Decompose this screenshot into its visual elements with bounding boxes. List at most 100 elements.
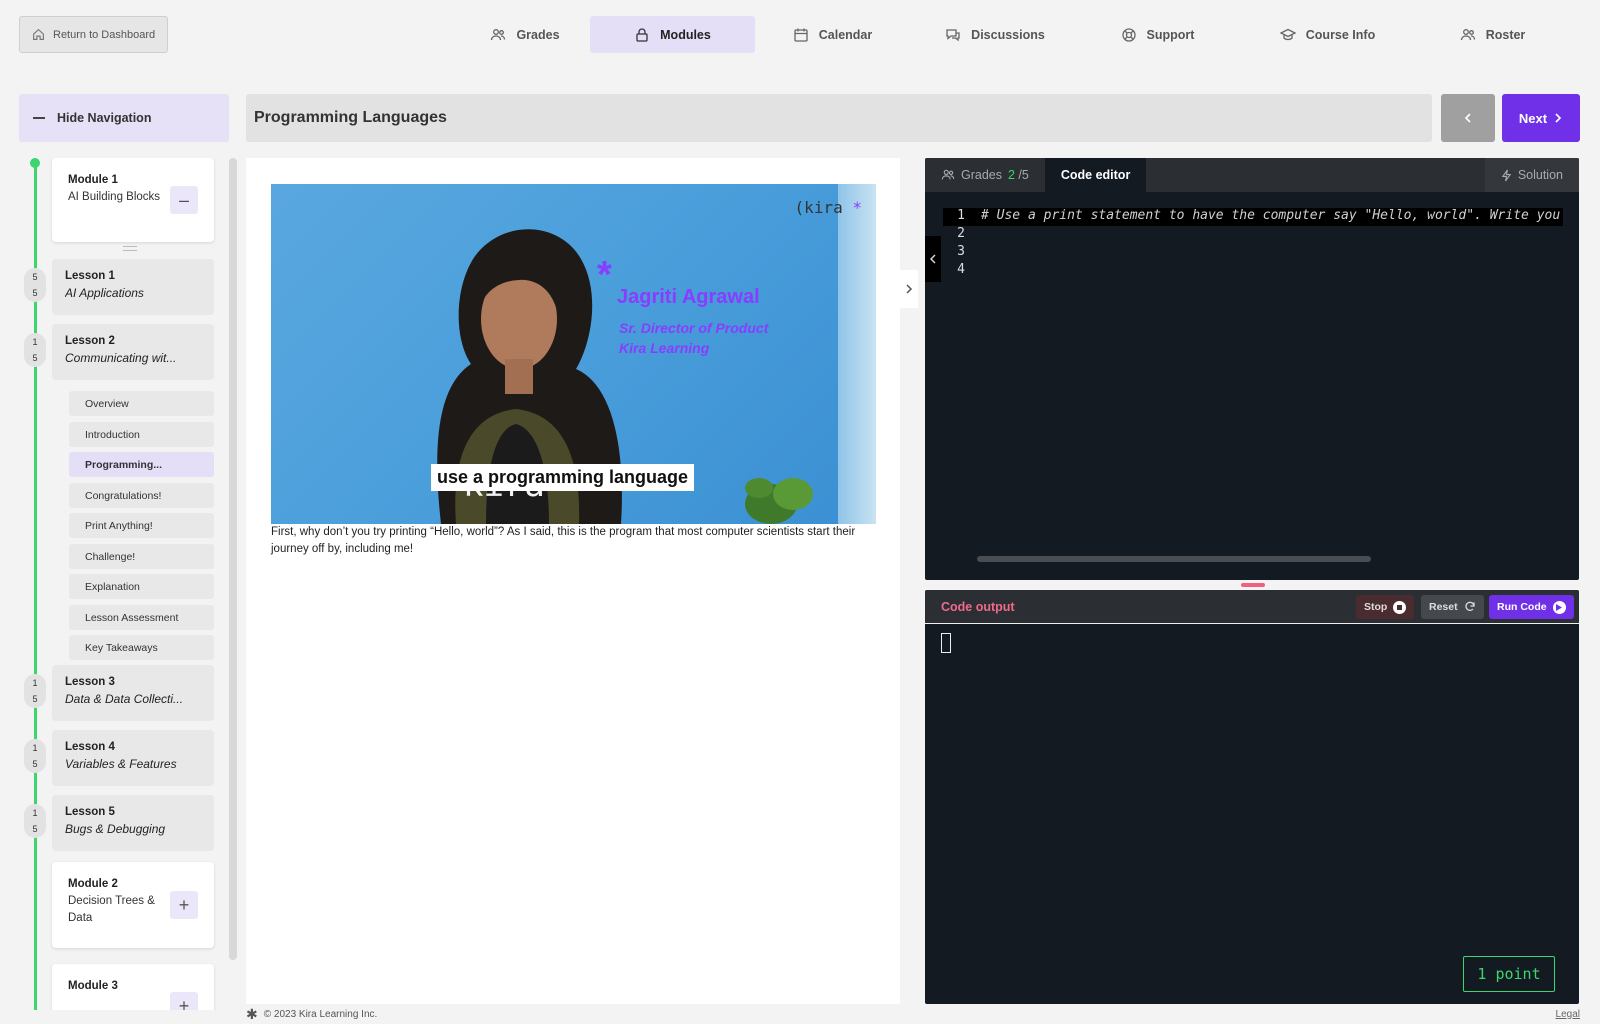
chevron-right-icon: [1555, 113, 1562, 123]
lesson-2-score-earned: 1: [32, 337, 38, 347]
lesson-4-card[interactable]: Lesson 4 Variables & Features: [52, 730, 214, 786]
lesson-3-title: Lesson 3: [65, 676, 115, 688]
lesson-4-title: Lesson 4: [65, 741, 115, 753]
module-2-title: Module 2: [68, 878, 118, 890]
module-2-card[interactable]: Module 2 Decision Trees & Data +: [52, 862, 214, 948]
nav-discussions[interactable]: Discussions: [910, 16, 1080, 53]
lesson-1-score-total: 5: [32, 288, 38, 298]
brand-text: (kira: [794, 198, 843, 217]
lesson-content-panel: kira (kira * * Jagriti Agrawal Sr. Direc…: [246, 158, 900, 1004]
code-line[interactable]: 1 # Use a print statement to have the co…: [943, 208, 1563, 226]
lesson-1-score: 5 5: [24, 268, 46, 302]
asterisk-icon: *: [597, 254, 612, 296]
lesson-1-subtitle: AI Applications: [65, 286, 144, 300]
page-item-overview[interactable]: Overview: [69, 391, 214, 416]
page-item-key-takeaways[interactable]: Key Takeaways: [69, 635, 214, 660]
reset-button[interactable]: Reset: [1421, 595, 1484, 619]
expand-module-2-button[interactable]: +: [170, 891, 198, 919]
page-item-programming[interactable]: Programming...: [69, 452, 214, 477]
lesson-3-score-total: 5: [32, 694, 38, 704]
tab-code-editor[interactable]: Code editor: [1044, 158, 1147, 192]
output-cursor[interactable]: [941, 633, 951, 653]
line-number: 1: [957, 208, 965, 223]
nav-course-info[interactable]: Course Info: [1235, 16, 1420, 53]
calendar-icon: [794, 28, 808, 42]
nav-calendar[interactable]: Calendar: [755, 16, 910, 53]
code-line[interactable]: 4: [943, 262, 981, 280]
lesson-3-score-earned: 1: [32, 678, 38, 688]
stop-icon: [1393, 600, 1407, 614]
code-line[interactable]: 3: [943, 244, 981, 262]
panel-resize-handle[interactable]: [1241, 583, 1265, 587]
collapse-panel-button[interactable]: [900, 270, 918, 308]
lesson-5-card[interactable]: Lesson 5 Bugs & Debugging: [52, 795, 214, 851]
page-item-challenge[interactable]: Challenge!: [69, 544, 214, 569]
previous-button[interactable]: [1441, 94, 1495, 142]
presenter-name: Jagriti Agrawal: [617, 286, 760, 308]
lesson-2-score-total: 5: [32, 353, 38, 363]
presenter-role-line2: Kira Learning: [619, 340, 710, 356]
footer: ✱ © 2023 Kira Learning Inc. Legal: [246, 1006, 1580, 1022]
editor-body[interactable]: 1 # Use a print statement to have the co…: [925, 192, 1579, 580]
module-3-card[interactable]: Module 3 +: [52, 964, 214, 1010]
editor-horizontal-scrollbar[interactable]: [977, 556, 1371, 562]
page-item-congratulations[interactable]: Congratulations!: [69, 483, 214, 508]
chevron-left-icon: [929, 254, 935, 264]
nav-modules[interactable]: Modules: [590, 16, 755, 53]
module-3-title: Module 3: [68, 980, 118, 992]
stop-button[interactable]: Stop: [1356, 595, 1415, 619]
line-number: 4: [957, 262, 965, 277]
lesson-5-score: 1 5: [24, 804, 46, 838]
minus-icon: [33, 117, 45, 119]
lesson-5-score-earned: 1: [32, 808, 38, 818]
lesson-2-card[interactable]: Lesson 2 Communicating wit...: [52, 324, 214, 380]
editor-collapse-button[interactable]: [925, 236, 941, 282]
module-1-title: Module 1: [68, 174, 118, 186]
lock-icon: [636, 27, 648, 42]
page-item-lesson-assessment[interactable]: Lesson Assessment: [69, 605, 214, 630]
legal-link[interactable]: Legal: [1556, 1009, 1580, 1020]
page-title: Programming Languages: [246, 94, 1432, 142]
lesson-4-score-total: 5: [32, 759, 38, 769]
chat-icon: [946, 28, 960, 41]
module-1-card[interactable]: Module 1 AI Building Blocks –: [52, 158, 214, 242]
next-button[interactable]: Next: [1502, 94, 1580, 142]
return-to-dashboard-button[interactable]: Return to Dashboard: [19, 16, 168, 53]
collapse-module-1-button[interactable]: –: [170, 186, 198, 214]
lightning-icon: [1501, 169, 1512, 181]
lesson-2-score: 1 5: [24, 333, 46, 367]
code-text: # Use a print statement to have the comp…: [981, 208, 1561, 223]
kira-brand-text: (kira *: [795, 198, 862, 217]
run-code-button[interactable]: Run Code: [1489, 595, 1574, 619]
asterisk-icon: *: [852, 198, 862, 217]
nav-roster[interactable]: Roster: [1420, 16, 1565, 53]
editor-tabs: Grades 2 /5 Code editor Solution: [925, 158, 1579, 192]
lesson-5-score-total: 5: [32, 824, 38, 834]
nav-support[interactable]: Support: [1080, 16, 1235, 53]
tab-solution[interactable]: Solution: [1484, 158, 1579, 192]
sidebar-scrollbar[interactable]: [229, 158, 237, 960]
grades-score: 2 /5: [1008, 168, 1029, 182]
expand-module-3-button[interactable]: +: [170, 992, 198, 1010]
hide-navigation-button[interactable]: Hide Navigation: [19, 94, 229, 142]
lesson-description: First, why don’t you try printing “Hello…: [271, 526, 856, 555]
page-item-introduction[interactable]: Introduction: [69, 422, 214, 447]
code-line[interactable]: 2: [943, 226, 981, 244]
lesson-1-title: Lesson 1: [65, 270, 115, 282]
asterisk-icon: ✱: [246, 1005, 258, 1022]
nav-modules-label: Modules: [660, 27, 711, 42]
home-icon: [33, 28, 44, 40]
chevron-right-icon: [906, 284, 913, 294]
nav-grades[interactable]: Grades: [460, 16, 590, 53]
tab-grades[interactable]: Grades 2 /5: [925, 158, 1045, 192]
page-item-explanation[interactable]: Explanation: [69, 574, 214, 599]
lesson-1-card[interactable]: Lesson 1 AI Applications: [52, 259, 214, 315]
users-icon: [491, 28, 506, 40]
lesson-video[interactable]: kira (kira * * Jagriti Agrawal Sr. Direc…: [271, 184, 876, 524]
collapse-handle-icon: [123, 246, 137, 251]
page-item-print-anything[interactable]: Print Anything!: [69, 513, 214, 538]
lesson-3-card[interactable]: Lesson 3 Data & Data Collecti...: [52, 665, 214, 721]
code-output-panel: Code output Stop Reset Run Code 1 point: [925, 590, 1579, 1004]
output-title: Code output: [941, 599, 1015, 614]
output-toolbar: Code output Stop Reset Run Code: [925, 590, 1579, 624]
